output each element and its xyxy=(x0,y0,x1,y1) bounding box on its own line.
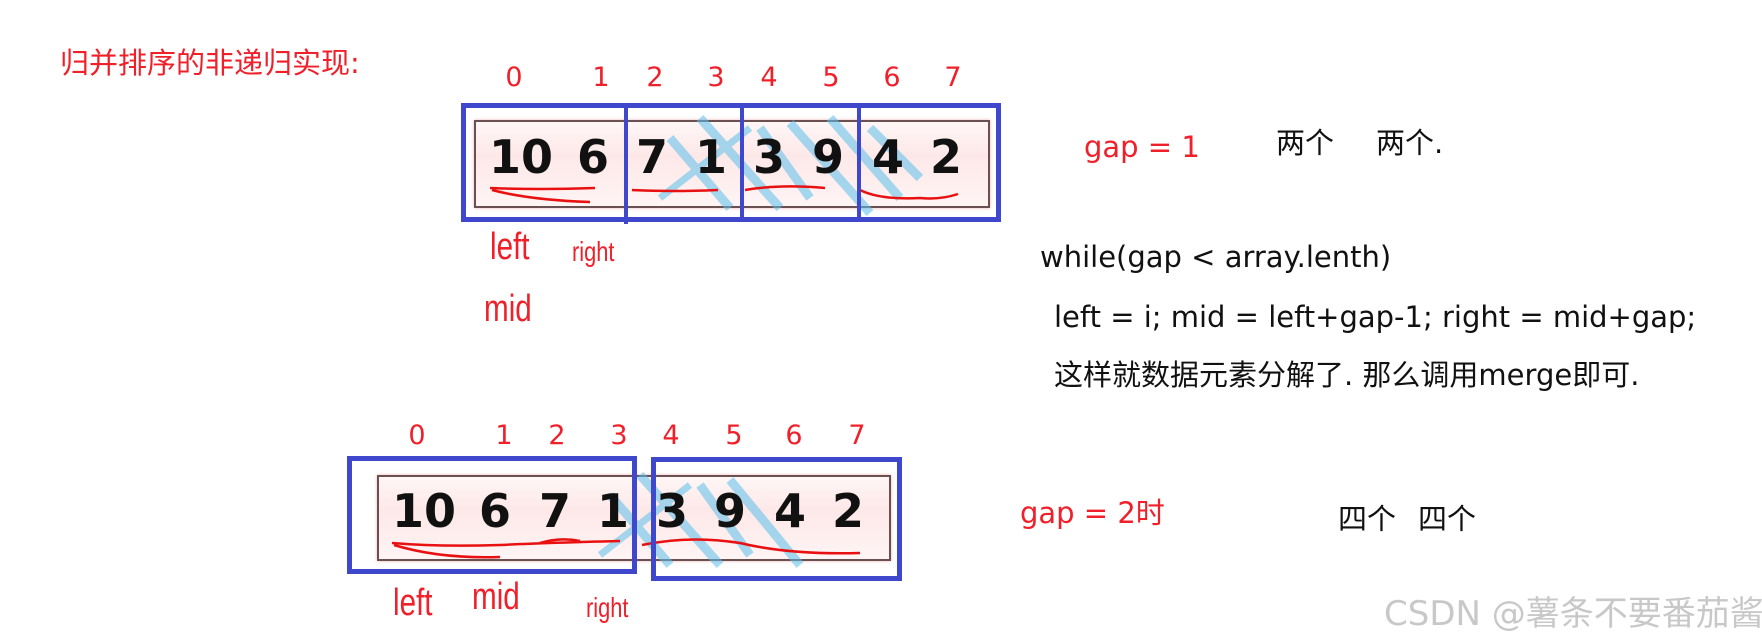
index-label: 6 xyxy=(785,420,803,451)
index-label: 0 xyxy=(408,420,426,451)
index-label: 2 xyxy=(646,62,664,93)
csdn-watermark: CSDN @薯条不要番茄酱 xyxy=(1384,594,1762,634)
pointer-right-label: right xyxy=(572,236,615,267)
gap-1-label: gap = 1 xyxy=(1084,130,1200,164)
pointer-mid-label: mid xyxy=(472,576,520,618)
group-note: 两个 xyxy=(1276,126,1335,160)
group-box-left xyxy=(347,456,637,574)
index-label: 5 xyxy=(822,62,840,93)
group-note: 四个 xyxy=(1418,502,1477,536)
index-label: 5 xyxy=(725,420,743,451)
index-label: 1 xyxy=(495,420,513,451)
pointer-right-label: right xyxy=(586,592,629,623)
index-label: 0 xyxy=(505,62,523,93)
group-divider xyxy=(740,103,744,220)
gap-2-label: gap = 2时 xyxy=(1020,496,1165,530)
index-label: 1 xyxy=(592,62,610,93)
group-note: 四个 xyxy=(1338,502,1397,536)
pointer-mid-label: mid xyxy=(484,288,532,330)
code-line-note: 这样就数据元素分解了. 那么调用merge即可. xyxy=(1054,358,1640,392)
group-divider xyxy=(857,103,861,220)
group-box-right xyxy=(651,457,902,581)
code-line-while: while(gap < array.lenth) xyxy=(1040,240,1392,274)
group-divider xyxy=(624,103,628,224)
pointer-left-label: left xyxy=(490,226,530,268)
page-title: 归并排序的非递归实现: xyxy=(60,46,360,80)
group-note: 两个. xyxy=(1376,126,1444,160)
code-line-assign: left = i; mid = left+gap-1; right = mid+… xyxy=(1054,300,1697,334)
index-label: 4 xyxy=(662,420,680,451)
index-label: 3 xyxy=(610,420,628,451)
index-label: 7 xyxy=(848,420,866,451)
index-label: 4 xyxy=(760,62,778,93)
group-box-outer xyxy=(461,103,1001,222)
pointer-left-label: left xyxy=(393,582,433,624)
index-label: 6 xyxy=(883,62,901,93)
index-label: 3 xyxy=(707,62,725,93)
index-label: 7 xyxy=(944,62,962,93)
index-label: 2 xyxy=(548,420,566,451)
